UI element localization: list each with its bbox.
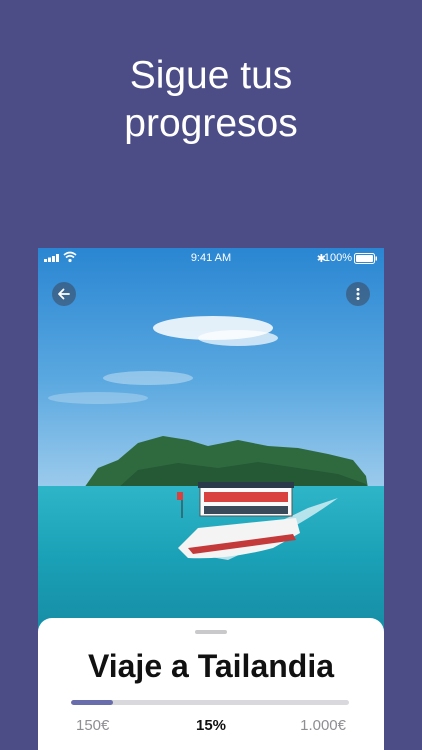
battery-icon (354, 253, 377, 264)
trip-sheet[interactable]: Viaje a Tailandia 150€ 15% 1.000€ (38, 618, 384, 750)
savings-progress-fill (71, 700, 113, 705)
goal-amount: 1.000€ (300, 717, 346, 734)
savings-progress-bar (71, 700, 349, 705)
trip-title: Viaje a Tailandia (87, 648, 335, 684)
trip-photo (38, 248, 384, 628)
back-arrow-icon (58, 288, 70, 300)
status-bar: 9:41 AM ✱ 100% (38, 248, 384, 268)
battery-percent: 100% (323, 252, 352, 264)
phone-screenshot: 9:41 AM ✱ 100% Viaje a Tailandia 150€ 15… (38, 248, 384, 750)
sheet-drag-handle[interactable] (195, 630, 227, 634)
headline-line-2: progresos (124, 102, 298, 145)
more-options-button[interactable] (346, 282, 370, 306)
back-button[interactable] (52, 282, 76, 306)
more-vertical-icon (356, 288, 360, 300)
headline-line-1: Sigue tus (129, 54, 293, 97)
headline: Sigue tus progresos (0, 52, 422, 148)
